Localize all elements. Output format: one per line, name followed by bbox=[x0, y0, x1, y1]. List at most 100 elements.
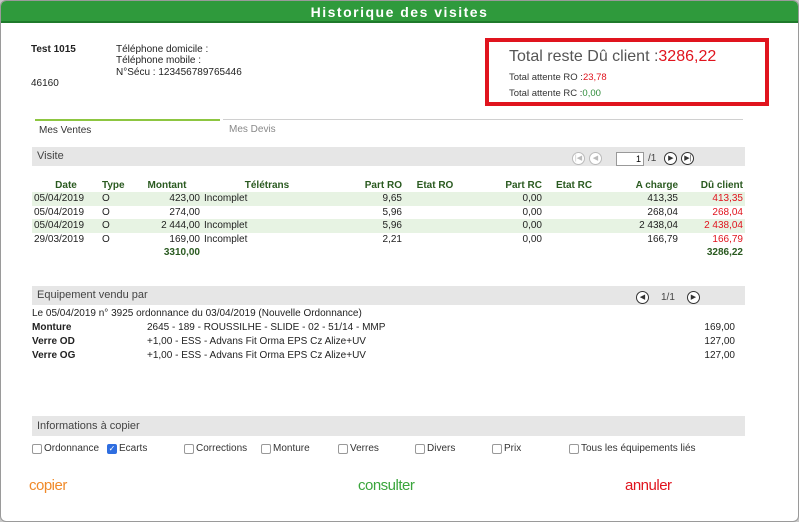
visits-table: Date Type Montant Télétrans Part RO Etat… bbox=[32, 179, 745, 260]
cell-type: O bbox=[100, 219, 132, 233]
checkbox-verres[interactable]: Verres bbox=[338, 443, 379, 454]
col-type[interactable]: Type bbox=[100, 179, 132, 192]
total-rc-line: Total attente RC :0,00 bbox=[509, 88, 601, 99]
cell-type: O bbox=[102, 206, 110, 218]
checkbox-label: Ordonnance bbox=[44, 443, 100, 454]
checkbox-box[interactable] bbox=[261, 443, 271, 454]
cell-part-rc: 0,00 bbox=[466, 219, 544, 233]
cell-date: 29/03/2019 bbox=[34, 233, 85, 245]
equip-label-verre-od: Verre OD bbox=[32, 336, 75, 347]
cell-date: 05/04/2019 bbox=[32, 219, 100, 233]
phone-home-label: Téléphone domicile : bbox=[116, 44, 209, 55]
cell-part-ro: 2,21 bbox=[382, 233, 402, 245]
cell-du-client: 166,79 bbox=[712, 233, 743, 245]
cell-part-ro: 5,96 bbox=[382, 206, 402, 218]
total-ro-value: 23,78 bbox=[582, 72, 607, 83]
cell-etat-ro bbox=[404, 219, 466, 233]
prev-page-icon[interactable]: ◀ bbox=[589, 152, 602, 165]
cell-teletrans: Incomplet bbox=[202, 219, 332, 233]
cell-etat-ro bbox=[404, 192, 466, 206]
last-page-icon[interactable]: ▶| bbox=[681, 152, 695, 165]
cell-montant: 2 444,00 bbox=[132, 219, 202, 233]
equip-desc-verre-od: +1,00 - ESS - Advans Fit Orma EPS Cz Ali… bbox=[147, 336, 366, 347]
cell-etat-ro bbox=[404, 233, 466, 247]
annuler-button[interactable]: annuler bbox=[625, 477, 672, 494]
cell-etat-rc bbox=[544, 206, 604, 220]
table-row[interactable]: 29/03/2019 O 169,00 Incomplet 2,21 0,00 … bbox=[32, 233, 745, 247]
checkbox-box[interactable] bbox=[338, 443, 348, 454]
history-window: Historique des visites Test 1015 46160 T… bbox=[0, 0, 799, 522]
col-etat-rc[interactable]: Etat RC bbox=[544, 179, 604, 192]
next-equipment-icon[interactable]: ▶ bbox=[686, 291, 700, 304]
checkbox-prix[interactable]: Prix bbox=[492, 443, 521, 454]
copy-options: Ordonnance ✓ Ecarts Corrections Monture V… bbox=[32, 443, 772, 457]
table-row[interactable]: 05/04/2019 O 423,00 Incomplet 9,65 0,00 … bbox=[32, 192, 745, 206]
col-montant[interactable]: Montant bbox=[132, 179, 202, 192]
copy-section-bar: Informations à copier bbox=[32, 416, 745, 436]
patient-name: Test 1015 bbox=[31, 44, 76, 55]
table-row[interactable]: 05/04/2019 O 2 444,00 Incomplet 5,96 0,0… bbox=[32, 219, 745, 233]
totals-box: Total reste Dû client :3286,22 Total att… bbox=[485, 38, 769, 106]
checkbox-box[interactable] bbox=[569, 443, 579, 454]
checkbox-box[interactable] bbox=[184, 443, 194, 454]
total-du-client: 3286,22 bbox=[706, 247, 743, 259]
cell-part-ro: 5,96 bbox=[332, 219, 404, 233]
total-rc-value: 0,00 bbox=[582, 88, 601, 99]
cell-etat-rc bbox=[544, 192, 604, 206]
cell-montant: 169,00 bbox=[169, 233, 200, 245]
cell-a-charge: 268,04 bbox=[647, 206, 678, 218]
cell-a-charge: 413,35 bbox=[604, 192, 680, 206]
total-ro-label: Total attente RO : bbox=[509, 72, 583, 83]
col-part-rc[interactable]: Part RC bbox=[466, 179, 544, 192]
col-date[interactable]: Date bbox=[32, 179, 100, 192]
checkbox-ecarts[interactable]: ✓ Ecarts bbox=[107, 443, 147, 454]
total-reste-line: Total reste Dû client :3286,22 bbox=[509, 48, 716, 66]
checkbox-label: Prix bbox=[504, 443, 522, 454]
equipement-pager: ◀ 1/1 ▶ bbox=[636, 288, 700, 307]
checkbox-corrections[interactable]: Corrections bbox=[184, 443, 247, 454]
table-row[interactable]: 05/04/2019 O 274,00 5,96 0,00 268,04 268… bbox=[32, 206, 745, 220]
next-page-icon[interactable]: ▶ bbox=[664, 152, 678, 165]
checkbox-checked-icon[interactable]: ✓ bbox=[107, 443, 117, 454]
tab-mes-ventes[interactable]: Mes Ventes bbox=[35, 119, 220, 139]
col-du-client[interactable]: Dû client bbox=[680, 179, 745, 192]
cell-du-client: 413,35 bbox=[680, 192, 745, 206]
table-header-row: Date Type Montant Télétrans Part RO Etat… bbox=[32, 179, 745, 192]
total-reste-value: 3286,22 bbox=[658, 48, 717, 65]
prev-equipment-icon[interactable]: ◀ bbox=[636, 291, 649, 304]
cell-date: 05/04/2019 bbox=[32, 192, 100, 206]
cell-etat-rc bbox=[544, 233, 604, 247]
checkbox-label: Divers bbox=[427, 443, 456, 454]
checkbox-label: Verres bbox=[350, 443, 379, 454]
total-montant: 3310,00 bbox=[163, 247, 200, 259]
checkbox-box[interactable] bbox=[415, 443, 425, 454]
cell-du-client: 268,04 bbox=[712, 206, 743, 218]
secu-value: 123456789765446 bbox=[158, 67, 242, 78]
equipement-section-title: Equipement vendu par bbox=[37, 289, 148, 301]
checkbox-label: Tous les équipements liés bbox=[581, 443, 696, 454]
cell-part-rc: 0,00 bbox=[522, 233, 542, 245]
checkbox-ordonnance[interactable]: Ordonnance bbox=[32, 443, 99, 454]
phone-mobile-label: Téléphone mobile : bbox=[116, 55, 202, 66]
consulter-button[interactable]: consulter bbox=[358, 477, 415, 494]
checkbox-divers[interactable]: Divers bbox=[415, 443, 455, 454]
cell-date: 05/04/2019 bbox=[34, 206, 85, 218]
checkbox-monture[interactable]: Monture bbox=[261, 443, 310, 454]
col-teletrans[interactable]: Télétrans bbox=[202, 179, 332, 192]
first-page-icon[interactable]: |◀ bbox=[572, 152, 585, 165]
cell-teletrans: Incomplet bbox=[204, 233, 248, 245]
checkbox-tous-equipements[interactable]: Tous les équipements liés bbox=[569, 443, 696, 454]
tab-mes-devis[interactable]: Mes Devis bbox=[223, 119, 743, 139]
equip-price-monture: 169,00 bbox=[704, 322, 735, 333]
col-part-ro[interactable]: Part RO bbox=[332, 179, 404, 192]
cell-teletrans bbox=[202, 206, 332, 220]
col-a-charge[interactable]: A charge bbox=[604, 179, 680, 192]
checkbox-box[interactable] bbox=[492, 443, 502, 454]
copier-button[interactable]: copier bbox=[29, 477, 67, 494]
cell-a-charge: 166,79 bbox=[647, 233, 678, 245]
page-number-input[interactable] bbox=[616, 151, 644, 166]
cell-type: O bbox=[100, 192, 132, 206]
checkbox-box[interactable] bbox=[32, 443, 42, 454]
equip-price-verre-od: 127,00 bbox=[704, 336, 735, 347]
col-etat-ro[interactable]: Etat RO bbox=[404, 179, 466, 192]
